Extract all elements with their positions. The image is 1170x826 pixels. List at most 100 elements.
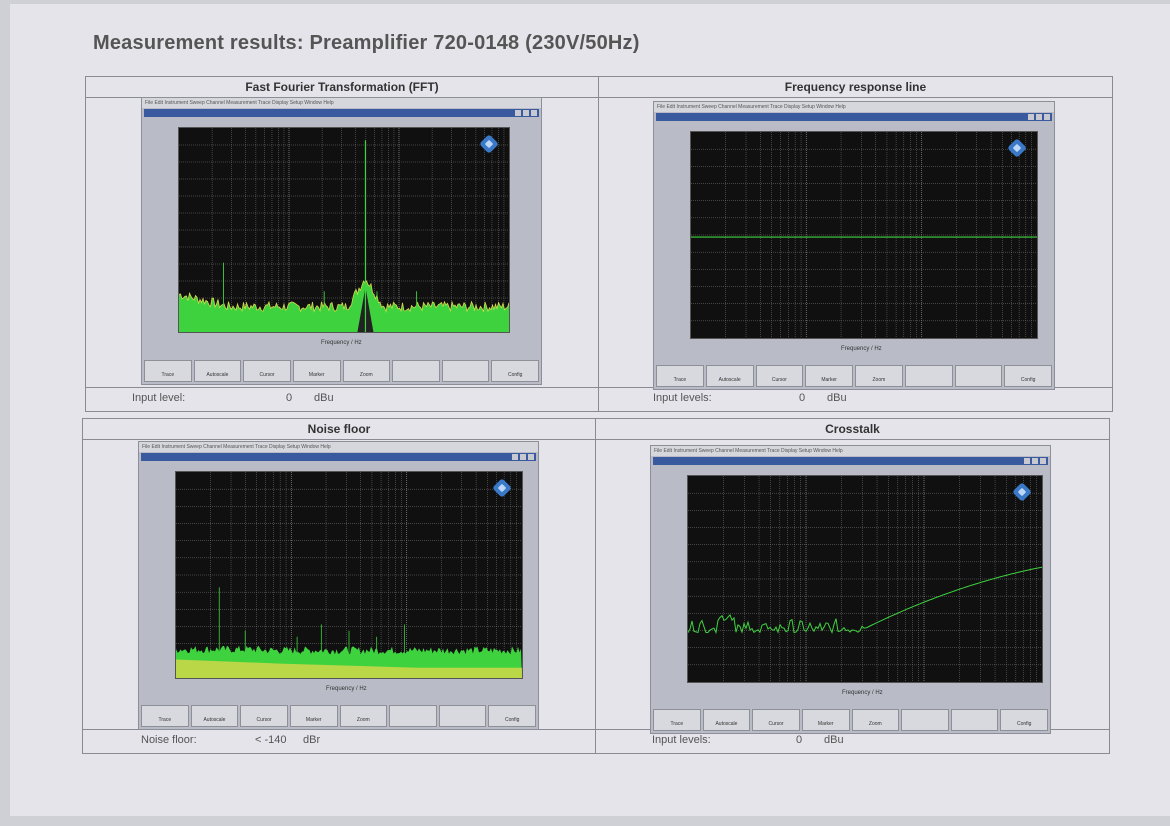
plot-grid [179,128,509,332]
footer-value: < -140 [255,734,287,746]
toolbar-button-marker[interactable]: Marker [801,709,850,731]
toolbar-button-blank-5[interactable] [904,365,953,387]
toolbar-button-zoom[interactable]: Zoom [855,365,903,387]
x-axis-label: Frequency / Hz [326,686,367,692]
footer-label: Input levels: [652,734,711,746]
panel-title: Frequency response line [599,77,1112,98]
footer-label: Input levels: [653,392,712,404]
toolbar-button-config[interactable]: Config [488,705,536,727]
panel-title: Noise floor [83,419,595,440]
footer-unit: dBu [824,734,844,746]
footer-unit: dBu [827,392,847,404]
analyzer-menubar: File Edit Instrument Sweep Channel Measu… [651,446,1050,456]
toolbar-button-trace[interactable]: Trace [141,705,189,727]
footer-label: Noise floor: [141,734,197,746]
panel-footer: Input levels: 0 dBu [599,387,1112,410]
toolbar-button-blank-6[interactable] [441,360,490,382]
plot-trace [176,587,522,678]
plot-trace [179,140,509,332]
analyzer-window-fft: File Edit Instrument Sweep Channel Measu… [141,97,542,385]
x-axis-label: Frequency / Hz [321,340,362,346]
footer-value: 0 [286,392,293,404]
toolbar-button-blank-5[interactable] [389,705,437,727]
analyzer-titlebar [144,109,539,117]
analyzer-toolbar: Trace Autoscale Cursor Marker Zoom Config [141,705,536,727]
footer-label: Input level: [132,392,186,404]
analyzer-window-freq: File Edit Instrument Sweep Channel Measu… [653,101,1055,390]
plot-trace [688,566,1042,635]
analyzer-plot-area [690,131,1038,339]
page-title: Measurement results: Preamplifier 720-01… [93,32,640,54]
toolbar-button-autoscale[interactable]: Autoscale [190,705,239,727]
analyzer-titlebar [656,113,1052,121]
toolbar-button-marker[interactable]: Marker [292,360,341,382]
toolbar-button-config[interactable]: Config [491,360,539,382]
window-button-icon [1040,458,1046,464]
toolbar-button-blank-5[interactable] [901,709,949,731]
toolbar-button-blank-6[interactable] [954,365,1003,387]
analyzer-menubar: File Edit Instrument Sweep Channel Measu… [142,98,541,108]
window-button-icon [520,454,526,460]
toolbar-button-config[interactable]: Config [1004,365,1052,387]
toolbar-button-cursor[interactable]: Cursor [240,705,288,727]
window-button-icon [1024,458,1030,464]
toolbar-button-marker[interactable]: Marker [805,365,853,387]
toolbar-button-autoscale[interactable]: Autoscale [705,365,754,387]
toolbar-button-trace[interactable]: Trace [656,365,704,387]
footer-value: 0 [796,734,803,746]
toolbar-button-autoscale[interactable]: Autoscale [193,360,242,382]
toolbar-button-trace[interactable]: Trace [144,360,192,382]
analyzer-menubar: File Edit Instrument Sweep Channel Measu… [139,442,538,452]
panel-footer: Input level: 0 dBu [86,387,598,410]
plot-svg [179,128,509,332]
x-axis-label: Frequency / Hz [841,346,882,352]
window-button-icon [1028,114,1034,120]
analyzer-plot-area [687,475,1043,683]
x-axis-label: Frequency / Hz [842,690,883,696]
toolbar-button-trace[interactable]: Trace [653,709,701,731]
toolbar-button-cursor[interactable]: Cursor [752,709,800,731]
toolbar-button-zoom[interactable]: Zoom [342,360,391,382]
window-button-icon [1036,114,1042,120]
window-button-icon [531,110,537,116]
window-button-icon [515,110,521,116]
window-button-icon [1032,458,1038,464]
footer-unit: dBr [303,734,321,746]
window-button-icon [523,110,529,116]
toolbar-button-zoom[interactable]: Zoom [339,705,388,727]
panel-footer: Noise floor: < -140 dBr [83,729,595,752]
analyzer-plot-area [178,127,510,333]
analyzer-titlebar [141,453,536,461]
window-button-icon [512,454,518,460]
window-button-icon [528,454,534,460]
toolbar-button-marker[interactable]: Marker [289,705,338,727]
toolbar-button-blank-6[interactable] [950,709,999,731]
panel-title: Fast Fourier Transformation (FFT) [86,77,598,98]
plot-svg [176,472,522,678]
noise-band [179,280,509,332]
plot-grid [688,476,1042,682]
plot-svg [688,476,1042,682]
crosstalk-trace [688,566,1042,635]
plot-svg [691,132,1037,338]
footer-value: 0 [799,392,806,404]
toolbar-button-zoom[interactable]: Zoom [851,709,900,731]
window-button-icon [1044,114,1050,120]
toolbar-button-config[interactable]: Config [1000,709,1048,731]
panel-title: Crosstalk [596,419,1109,440]
toolbar-button-cursor[interactable]: Cursor [243,360,291,382]
footer-unit: dBu [314,392,334,404]
toolbar-button-cursor[interactable]: Cursor [755,365,804,387]
toolbar-button-blank-6[interactable] [438,705,487,727]
analyzer-toolbar: Trace Autoscale Cursor Marker Zoom Config [656,365,1052,387]
plot-grid [691,132,1037,338]
toolbar-button-autoscale[interactable]: Autoscale [702,709,751,731]
analyzer-window-crosstalk: File Edit Instrument Sweep Channel Measu… [650,445,1051,734]
analyzer-plot-area [175,471,523,679]
analyzer-menubar: File Edit Instrument Sweep Channel Measu… [654,102,1054,112]
analyzer-window-noise: File Edit Instrument Sweep Channel Measu… [138,441,539,730]
analyzer-toolbar: Trace Autoscale Cursor Marker Zoom Config [144,360,539,382]
toolbar-button-blank-5[interactable] [392,360,440,382]
analyzer-titlebar [653,457,1048,465]
analyzer-toolbar: Trace Autoscale Cursor Marker Zoom Config [653,709,1048,731]
